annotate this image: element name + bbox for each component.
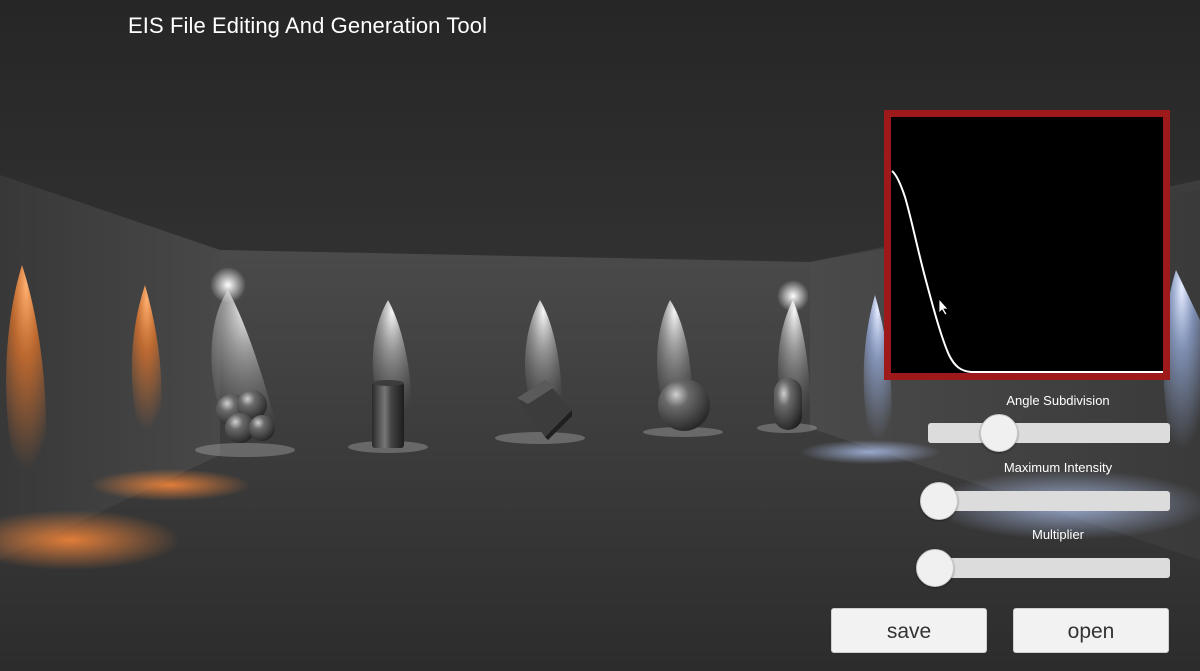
- maximum-intensity-slider-thumb[interactable]: [920, 482, 958, 520]
- intensity-curve-plot[interactable]: [891, 117, 1163, 373]
- intensity-curve-line: [891, 170, 1163, 373]
- angle-subdivision-slider[interactable]: [928, 414, 1170, 452]
- 3d-viewport[interactable]: EIS File Editing And Generation Tool Ang…: [0, 0, 1200, 671]
- maximum-intensity-label: Maximum Intensity: [1003, 460, 1113, 475]
- intensity-curve-panel[interactable]: [884, 110, 1170, 380]
- multiplier-slider-thumb[interactable]: [916, 549, 954, 587]
- angle-subdivision-label: Angle Subdivision: [1006, 393, 1110, 408]
- maximum-intensity-slider[interactable]: [920, 482, 1170, 520]
- save-button[interactable]: save: [831, 608, 987, 653]
- multiplier-slider[interactable]: [916, 549, 1170, 587]
- app-title: EIS File Editing And Generation Tool: [128, 13, 488, 38]
- angle-subdivision-slider-thumb[interactable]: [980, 414, 1018, 452]
- multiplier-label: Multiplier: [1031, 527, 1084, 542]
- mouse-pointer-icon: [938, 298, 949, 316]
- open-button[interactable]: open: [1013, 608, 1169, 653]
